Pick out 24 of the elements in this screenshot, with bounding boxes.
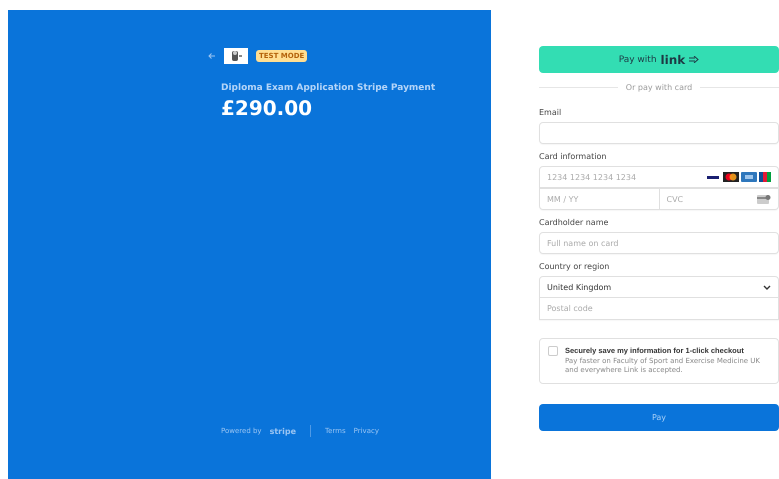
cardholder-name-field[interactable]: Full name on card bbox=[539, 232, 779, 254]
chevron-down-icon bbox=[763, 284, 771, 290]
field-label: Cardholder name bbox=[539, 218, 610, 227]
arrow-icon bbox=[689, 56, 700, 63]
field-label: Country or region bbox=[539, 262, 610, 271]
product-name: Diploma Exam Application Stripe Payment bbox=[221, 83, 436, 93]
cvc-field[interactable]: CVC bbox=[660, 188, 779, 210]
stripe-logo: stripe bbox=[270, 426, 296, 436]
field-label: Card information bbox=[539, 152, 608, 161]
postal-code-field[interactable]: Postal code bbox=[539, 298, 779, 320]
pay-with-link-button[interactable]: Pay with link bbox=[539, 46, 779, 73]
expiry-field[interactable]: MM / YY bbox=[539, 188, 660, 210]
pay-button[interactable]: Pay bbox=[539, 404, 779, 431]
divider-label: Or pay with card bbox=[626, 83, 692, 92]
cvc-card-icon bbox=[757, 194, 771, 204]
country-select[interactable]: United Kingdom bbox=[539, 276, 779, 298]
mastercard-icon bbox=[723, 172, 739, 182]
field-label: Email bbox=[539, 108, 562, 117]
save-info-checkbox[interactable] bbox=[548, 346, 558, 356]
price: £290.00 bbox=[221, 96, 314, 120]
card-number-field[interactable]: 1234 1234 1234 1234 bbox=[539, 166, 779, 188]
back-arrow-icon[interactable] bbox=[208, 52, 216, 60]
email-field[interactable] bbox=[539, 122, 779, 144]
logo-icon bbox=[224, 48, 248, 64]
